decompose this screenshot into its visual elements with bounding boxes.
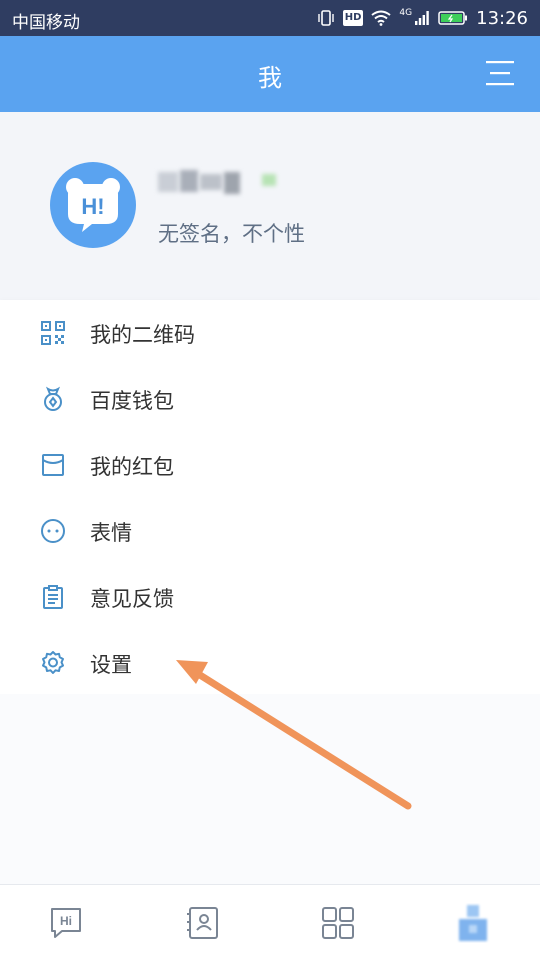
tab-chat[interactable]: Hi	[0, 885, 135, 961]
tab-contacts[interactable]	[135, 885, 270, 961]
wallet-icon	[44, 386, 62, 411]
feedback-clipboard-icon	[43, 585, 63, 609]
menu-item-label: 意见反馈	[90, 587, 174, 611]
bottom-nav: Hi	[0, 884, 540, 961]
status-bar: 中国移动 HD 4G 13:26	[0, 0, 540, 36]
profile-signature: 无签名，不个性	[158, 222, 305, 246]
status-icons: HD 4G 13:26	[317, 6, 528, 30]
chat-icon: Hi	[51, 908, 81, 938]
network-type: 4G	[399, 8, 413, 18]
apps-grid-icon	[322, 907, 354, 939]
menu-item-label: 我的二维码	[90, 323, 195, 347]
chat-icon-text: Hi	[60, 914, 72, 928]
avatar[interactable]: H!	[50, 162, 136, 248]
red-envelope-icon	[42, 454, 64, 476]
carrier-name: 中国移动	[12, 13, 80, 33]
battery-icon	[438, 11, 468, 25]
menu-item-emoji[interactable]: 表情	[0, 498, 540, 564]
tab-me[interactable]	[405, 885, 540, 961]
hd-badge: HD	[342, 10, 364, 26]
menu-item-label: 设置	[90, 653, 132, 677]
page-title: 我	[258, 64, 282, 92]
menu-item-label: 表情	[90, 521, 132, 545]
wifi-icon	[371, 10, 392, 26]
menu-item-feedback[interactable]: 意见反馈	[0, 564, 540, 630]
menu-item-red-envelope[interactable]: 我的红包	[0, 432, 540, 498]
vibrate-icon	[318, 10, 334, 26]
header-bar: 我	[0, 36, 540, 112]
profile-section[interactable]: H! 无签名，不个性	[0, 112, 540, 300]
menu-item-settings[interactable]: 设置	[0, 630, 540, 696]
clock: 13:26	[476, 7, 528, 29]
menu-item-label: 百度钱包	[90, 389, 174, 413]
username-blurred	[158, 168, 282, 200]
tab-apps[interactable]	[270, 885, 405, 961]
gear-icon	[42, 651, 64, 674]
avatar-text: H!	[81, 194, 104, 219]
menu-list: 我的二维码 百度钱包 我的红包 表情 意见反馈 设置	[0, 300, 540, 694]
signal-icon	[415, 11, 429, 25]
me-icon	[459, 905, 487, 941]
empty-area	[0, 694, 540, 884]
menu-item-wallet[interactable]: 百度钱包	[0, 366, 540, 432]
menu-item-qr-code[interactable]: 我的二维码	[0, 300, 540, 366]
emoji-icon	[41, 519, 65, 543]
menu-icon[interactable]	[486, 60, 514, 86]
menu-item-label: 我的红包	[90, 455, 174, 479]
qr-code-icon	[41, 321, 65, 345]
contacts-icon	[187, 907, 218, 939]
